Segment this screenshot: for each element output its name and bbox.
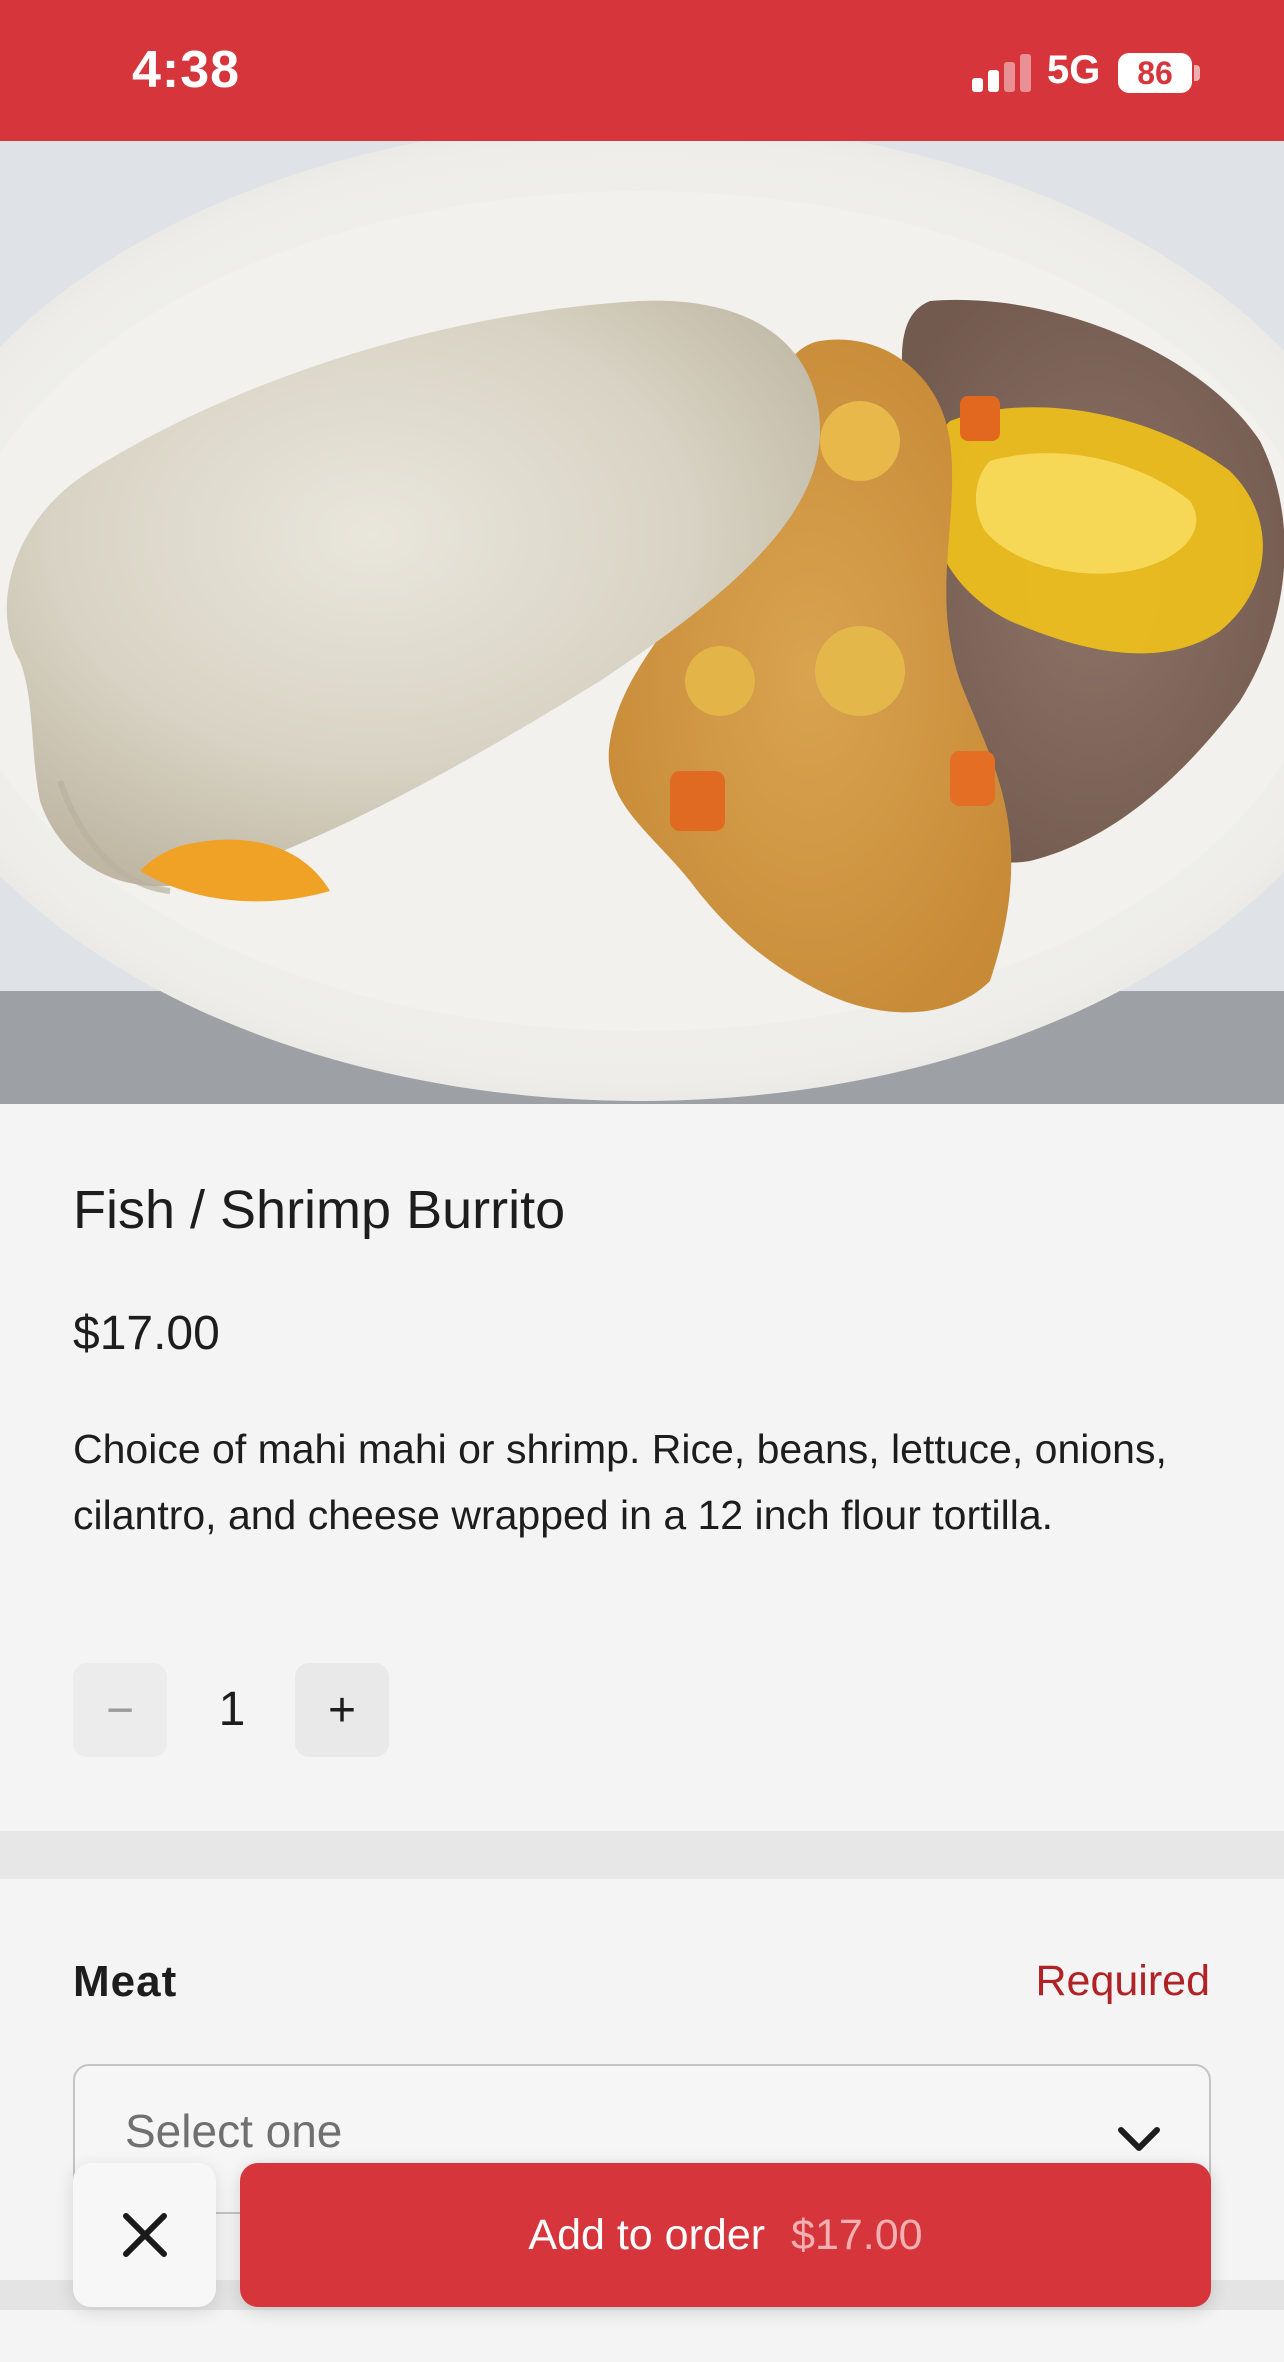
status-time: 4:38 [132, 41, 241, 99]
item-title: Fish / Shrimp Burrito [73, 1180, 566, 1240]
item-details: Fish / Shrimp Burrito $17.00 Choice of m… [0, 1104, 1284, 1831]
close-icon [122, 2213, 167, 2257]
add-to-order-button[interactable]: Add to order $17.00 [240, 2163, 1211, 2307]
select-placeholder: Select one [125, 2105, 343, 2157]
add-to-order-label: Add to order [528, 2210, 766, 2259]
section-divider [0, 1831, 1284, 1879]
chevron-down-icon [1118, 2127, 1160, 2151]
close-button[interactable] [73, 2163, 216, 2307]
signal-icon [972, 54, 1031, 92]
battery-cap [1194, 65, 1200, 81]
item-detail-page: 4:38 5G 86 Fish / Shrimp Burrito $17.00 … [0, 0, 1284, 2362]
option-label: Meat [73, 1957, 178, 2006]
quantity-value: 1 [218, 1683, 246, 1736]
item-price: $17.00 [73, 1307, 220, 1360]
add-to-order-price: $17.00 [791, 2210, 923, 2259]
minus-icon: − [105, 1683, 135, 1737]
item-description: Choice of mahi mahi or shrimp. Rice, bea… [73, 1426, 1167, 1538]
plus-icon: + [327, 1683, 357, 1737]
status-bar: 4:38 5G 86 [0, 0, 1284, 141]
decrease-quantity-button[interactable]: − [73, 1663, 167, 1757]
network-type: 5G [1047, 48, 1101, 92]
battery-level: 86 [1137, 55, 1173, 91]
burrito-plate-image [0, 141, 1284, 1104]
increase-quantity-button[interactable]: + [295, 1663, 389, 1757]
required-badge: Required [1035, 1957, 1211, 2005]
battery-icon: 86 [1118, 53, 1192, 93]
